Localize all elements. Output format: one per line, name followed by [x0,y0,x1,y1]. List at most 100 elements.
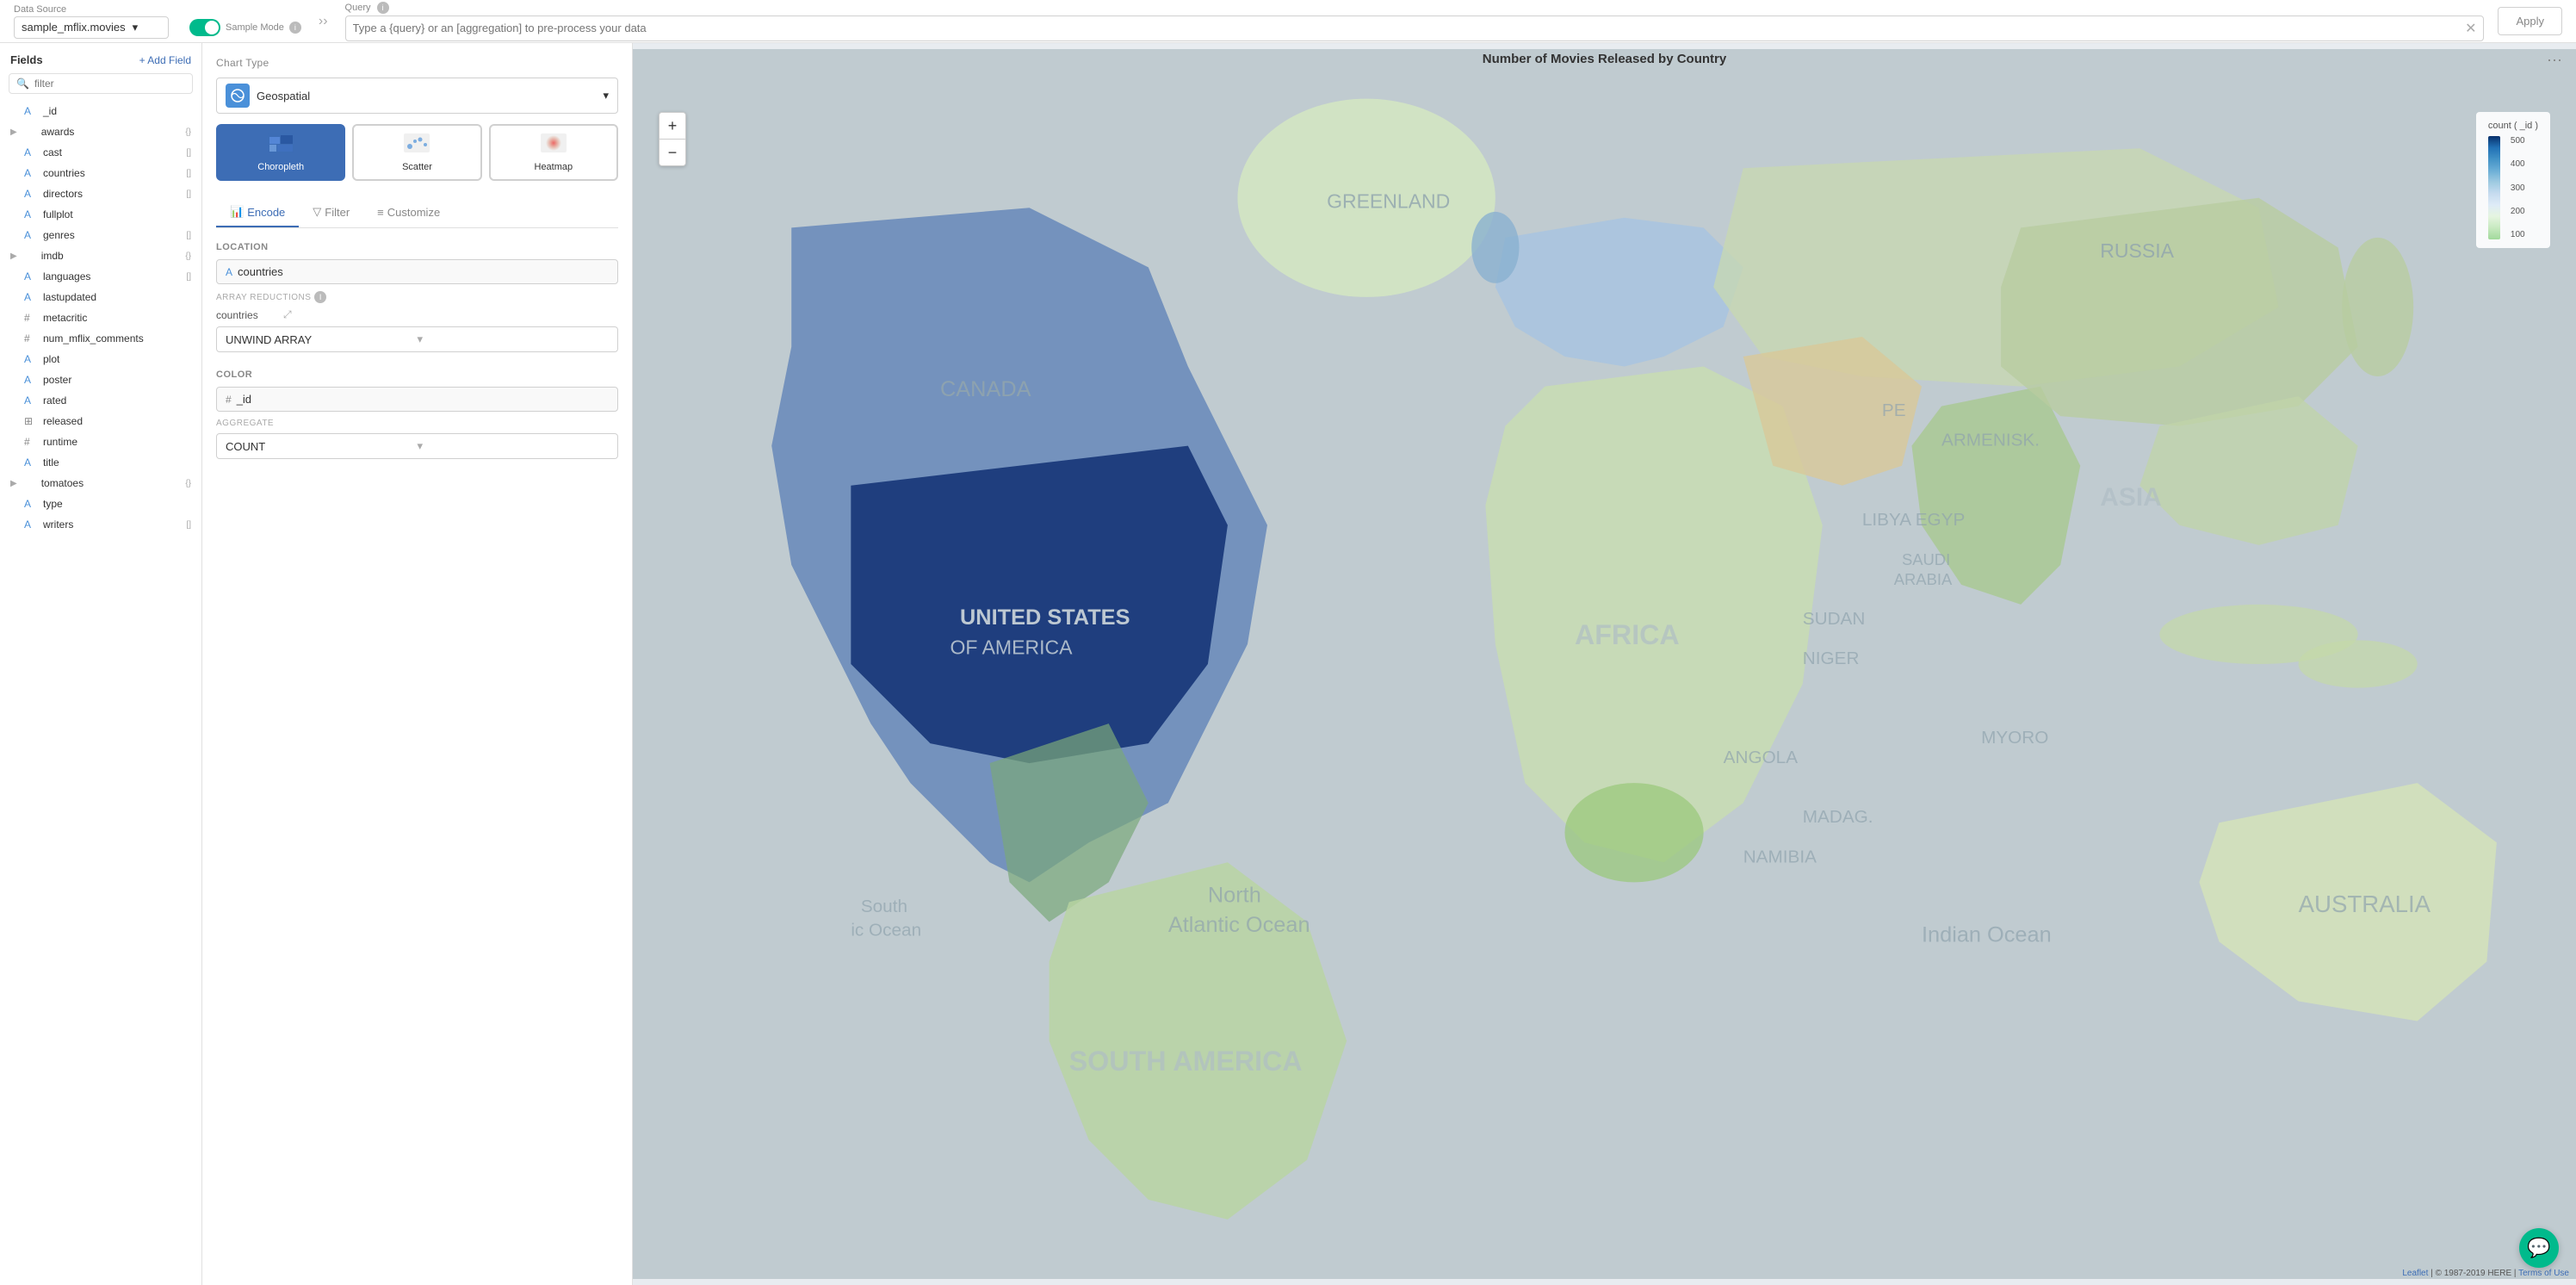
field-icon-metacritic: # [24,312,38,324]
field-item-fullplot[interactable]: A fullplot [0,204,201,225]
svg-text:South: South [861,897,907,916]
location-section: Location A countries ARRAY REDUCTIONS i … [216,242,618,352]
svg-text:MADAG.: MADAG. [1803,807,1873,827]
svg-text:PE: PE [1882,400,1906,420]
field-name-awards: awards [41,126,181,138]
main-layout: Fields + Add Field 🔍 A _id ▶ awards {} A… [0,43,2576,1285]
field-item-_id[interactable]: A _id [0,101,201,121]
zoom-in-button[interactable]: + [659,113,685,139]
field-name-directors: directors [43,188,181,200]
field-name-rated: rated [43,394,186,407]
field-name-metacritic: metacritic [43,312,186,324]
field-item-countries[interactable]: A countries [] [0,163,201,183]
location-unwind-dropdown[interactable]: UNWIND ARRAY ▾ [216,326,618,352]
field-item-genres[interactable]: A genres [] [0,225,201,245]
chart-type-section: Chart Type Geospatial ▾ [216,57,618,181]
query-info-icon[interactable]: i [377,2,389,14]
field-item-languages[interactable]: A languages [] [0,266,201,287]
tab-encode[interactable]: 📊 Encode [216,198,299,227]
field-item-plot[interactable]: A plot [0,349,201,369]
field-badge-languages: [] [186,272,191,282]
field-item-title[interactable]: A title [0,452,201,473]
location-resize-icon[interactable]: ⤢ [283,308,292,321]
chart-type-name: Geospatial [257,90,596,102]
chart-type-selector[interactable]: Geospatial ▾ [216,78,618,114]
legend-gradient-row: 500 400 300 200 100 [2488,136,2538,239]
tab-customize[interactable]: ≡ Customize [363,198,454,227]
field-item-writers[interactable]: A writers [] [0,514,201,535]
field-icon-languages: A [24,270,38,282]
map-panel: Number of Movies Released by Country ⋯ +… [633,43,2576,1285]
svg-text:North: North [1208,883,1261,907]
chart-subtype-scatter[interactable]: Scatter [352,124,481,181]
field-icon-plot: A [24,353,38,365]
legend-title: count ( _id ) [2488,121,2538,131]
color-field-name: _id [237,393,251,406]
field-item-imdb[interactable]: ▶ imdb {} [0,245,201,266]
sample-mode-inner: Sample Mode i [189,19,301,36]
field-item-runtime[interactable]: # runtime [0,431,201,452]
field-expand-imdb[interactable]: ▶ [10,251,17,261]
world-map-svg: CANADA UNITED STATES OF AMERICA RUSSIA S… [633,43,2576,1285]
svg-text:NAMIBIA: NAMIBIA [1743,847,1817,866]
sample-mode-toggle[interactable] [189,19,220,36]
field-item-released[interactable]: ⊞ released [0,411,201,431]
fields-search-input[interactable] [34,78,185,90]
field-item-lastupdated[interactable]: A lastupdated [0,287,201,307]
map-options-button[interactable]: ⋯ [2547,52,2562,70]
field-icon-directors: A [24,188,38,200]
field-icon-poster: A [24,374,38,386]
legend-value-400: 400 [2511,159,2525,169]
field-item-awards[interactable]: ▶ awards {} [0,121,201,142]
sample-mode-section: x Sample Mode i [189,7,301,36]
field-name-num_mflix_comments: num_mflix_comments [43,332,186,345]
svg-text:AUSTRALIA: AUSTRALIA [2299,891,2431,917]
field-item-poster[interactable]: A poster [0,369,201,390]
aggregate-label: AGGREGATE [216,419,618,428]
add-field-button[interactable]: + Add Field [139,54,191,66]
terms-of-use-link[interactable]: Terms of Use [2518,1269,2569,1278]
count-label: COUNT [226,440,418,453]
svg-text:ANGOLA: ANGOLA [1724,748,1799,767]
legend-value-100: 100 [2511,230,2525,239]
sample-mode-info-icon[interactable]: i [289,22,301,34]
heatmap-label: Heatmap [535,162,573,172]
field-item-directors[interactable]: A directors [] [0,183,201,204]
map-container: CANADA UNITED STATES OF AMERICA RUSSIA S… [633,43,2576,1285]
leaflet-link[interactable]: Leaflet [2402,1269,2428,1278]
field-item-num_mflix_comments[interactable]: # num_mflix_comments [0,328,201,349]
array-reductions-info-icon[interactable]: i [314,291,326,303]
svg-text:Atlantic Ocean: Atlantic Ocean [1168,913,1310,937]
data-source-section: Data Source sample_mflix.movies ▾ [14,4,169,39]
field-name-languages: languages [43,270,181,282]
field-icon-num_mflix_comments: # [24,332,38,345]
field-expand-tomatoes[interactable]: ▶ [10,479,17,488]
field-item-tomatoes[interactable]: ▶ tomatoes {} [0,473,201,494]
legend-value-200: 200 [2511,207,2525,216]
query-input[interactable] [353,22,2459,34]
color-field-chip: # _id [216,387,618,412]
query-clear-button[interactable]: ✕ [2465,20,2476,37]
chart-subtype-choropleth[interactable]: Choropleth [216,124,345,181]
fields-search-container: 🔍 [9,73,193,94]
field-name-type: type [43,498,186,510]
field-item-rated[interactable]: A rated [0,390,201,411]
svg-text:CANADA: CANADA [940,377,1031,401]
field-item-cast[interactable]: A cast [] [0,142,201,163]
map-credit: Leaflet | © 1987-2019 HERE | Terms of Us… [2402,1269,2569,1278]
count-dropdown-arrow: ▾ [418,439,610,453]
chart-subtype-heatmap[interactable]: Heatmap [489,124,618,181]
datasource-select[interactable]: sample_mflix.movies ▾ [14,16,169,39]
apply-button[interactable]: Apply [2498,7,2562,35]
color-count-dropdown[interactable]: COUNT ▾ [216,433,618,459]
encode-tabs: 📊 Encode ▽ Filter ≡ Customize [216,198,618,228]
field-expand-awards[interactable]: ▶ [10,127,17,137]
unwind-array-label: UNWIND ARRAY [226,333,418,346]
field-item-type[interactable]: A type [0,494,201,514]
tab-filter[interactable]: ▽ Filter [299,198,363,227]
encode-tab-icon: 📊 [230,205,244,219]
zoom-out-button[interactable]: − [659,140,685,165]
chat-bubble-button[interactable]: 💬 [2519,1228,2559,1268]
field-name-tomatoes: tomatoes [41,477,181,489]
field-item-metacritic[interactable]: # metacritic [0,307,201,328]
